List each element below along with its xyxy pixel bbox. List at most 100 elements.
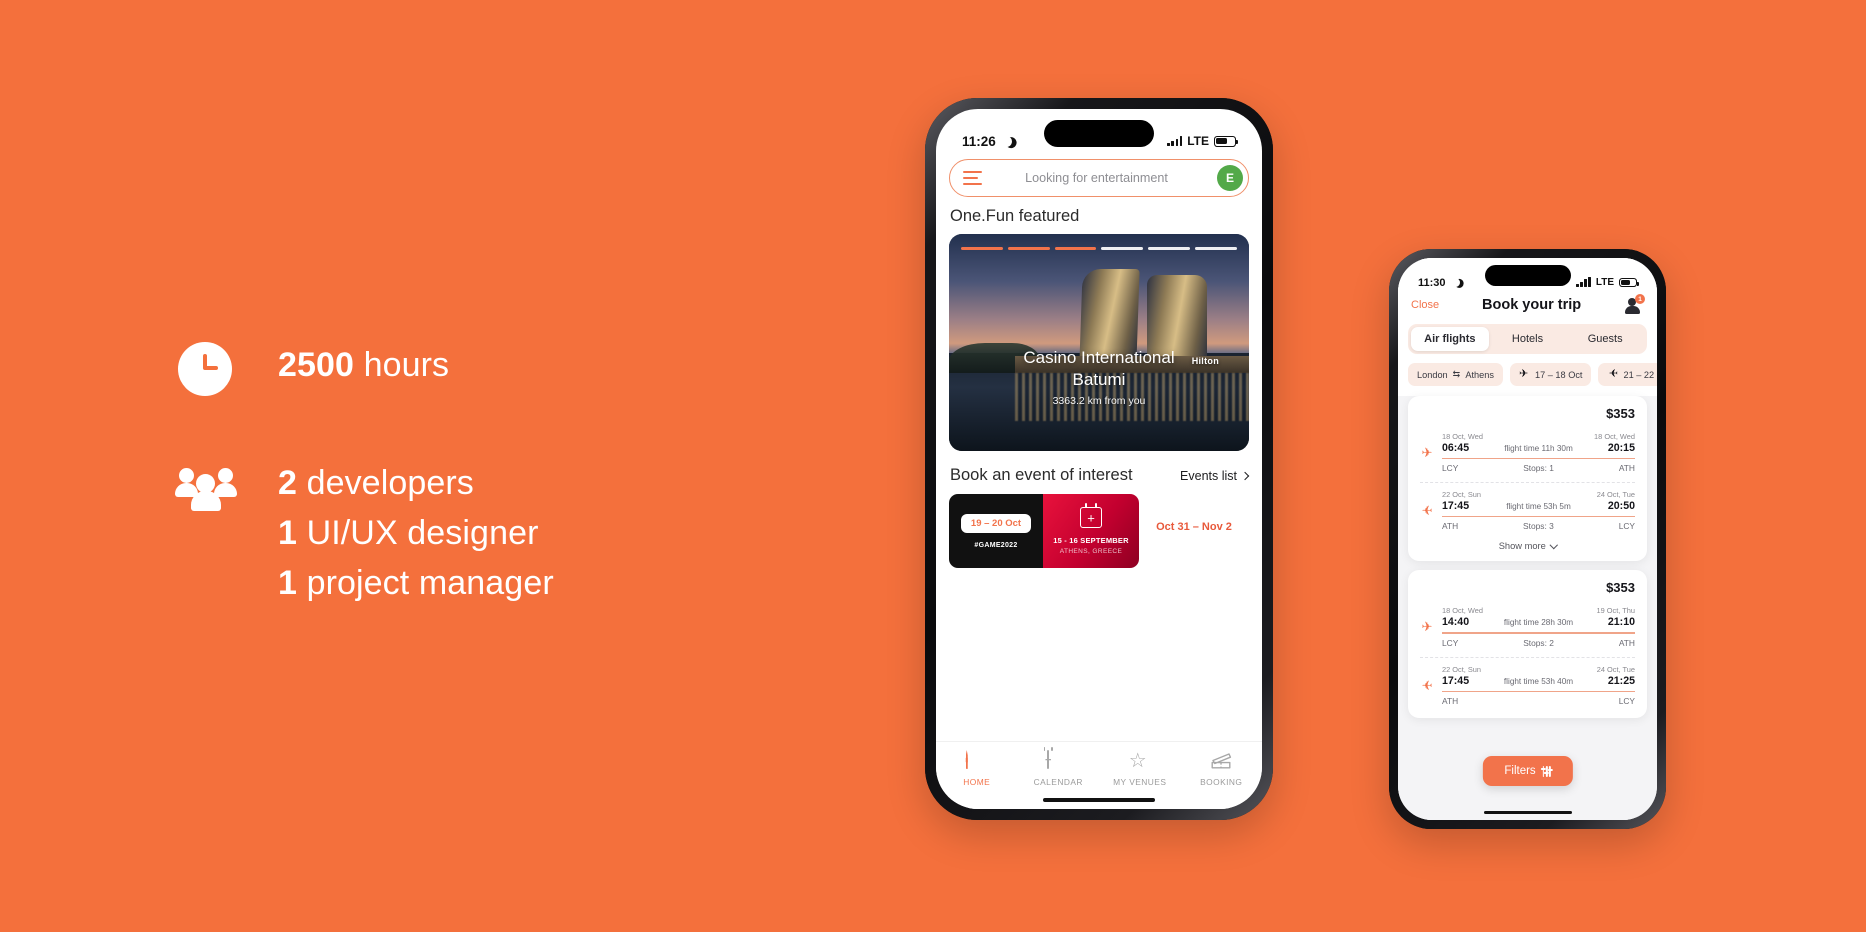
swap-icon: ⇆ xyxy=(1452,369,1461,379)
plane-depart-icon: ✈ xyxy=(1421,619,1433,635)
phone-mockup-home: 11:26 LTE Looking for entertainment E On… xyxy=(925,98,1273,820)
leg-dep-time: 17:45 xyxy=(1442,500,1470,513)
crescent-moon-icon xyxy=(999,134,1013,148)
profile-badge: 1 xyxy=(1635,294,1645,304)
person-icon[interactable]: 1 xyxy=(1624,294,1645,314)
flight-results-list: $353 ✈ 18 Oct, Wed 18 Oct, Wed 06:45 fli… xyxy=(1398,396,1657,718)
tab-calendar[interactable]: + CALENDAR xyxy=(1018,750,1100,787)
leg-duration: flight time 11h 30m xyxy=(1504,444,1573,453)
stat-hours: 2500 hours xyxy=(178,340,818,396)
chevron-down-icon xyxy=(1549,540,1558,549)
poster-canvas: 2500 hours 2 developers 1 UI/UX designer… xyxy=(0,0,1866,932)
hamburger-icon[interactable] xyxy=(963,170,982,186)
avatar[interactable]: E xyxy=(1217,165,1243,191)
leg-arr-time: 20:15 xyxy=(1607,442,1635,454)
leg-dep-time: 14:40 xyxy=(1442,616,1470,629)
leg-from: LCY xyxy=(1442,637,1459,648)
close-button[interactable]: Close xyxy=(1411,299,1439,311)
leg-stops: Stops: 1 xyxy=(1523,463,1554,474)
leg-arr-date: 24 Oct, Tue xyxy=(1596,490,1635,500)
events-section-header: Book an event of interest Events list xyxy=(936,451,1262,494)
tab-booking[interactable]: BOOKING xyxy=(1181,751,1263,787)
leg-to: ATH xyxy=(1618,637,1635,648)
chevron-right-icon xyxy=(1240,471,1250,480)
network-label: LTE xyxy=(1187,134,1209,148)
hero-title-line2: Batumi xyxy=(1072,369,1126,389)
flight-leg-outbound: ✈ 18 Oct, Wed 18 Oct, Wed 06:45 flight t… xyxy=(1420,429,1635,476)
status-time-group: 11:30 xyxy=(1418,277,1460,289)
tab-air-flights[interactable]: Air flights xyxy=(1411,327,1489,351)
search-row: Looking for entertainment E xyxy=(936,153,1262,197)
stat-team-text: 2 developers 1 UI/UX designer 1 project … xyxy=(278,458,554,608)
stat-hours-value: 2500 xyxy=(278,346,355,384)
carousel-indicator[interactable] xyxy=(961,247,1237,250)
leg-duration: flight time 53h 40m xyxy=(1503,676,1574,686)
flight-card[interactable]: $353 ✈ 18 Oct, Wed 19 Oct, Thu 14:40 fli… xyxy=(1408,570,1647,718)
plane-return-icon: ✈ xyxy=(1609,368,1619,380)
tab-guests[interactable]: Guests xyxy=(1566,327,1644,351)
show-more-button[interactable]: Show more xyxy=(1420,534,1635,552)
leg-arr-date: 24 Oct, Tue xyxy=(1596,664,1635,674)
event-card-2-line2: ATHENS, GREECE xyxy=(1059,548,1123,555)
leg-dep-date: 18 Oct, Wed xyxy=(1442,606,1483,616)
leg-stops: Stops: 3 xyxy=(1523,521,1554,532)
filter-chips: London ⇆ Athens ✈ 17 – 18 Oct ✈ 21 – 22 … xyxy=(1398,354,1657,396)
calendar-icon: + xyxy=(1045,750,1069,772)
tab-home-label: HOME xyxy=(963,777,991,787)
search-input[interactable]: Looking for entertainment xyxy=(982,171,1217,185)
chip-destination: Athens xyxy=(1465,369,1494,380)
stat-devs-label: developers xyxy=(306,464,474,502)
home-indicator[interactable] xyxy=(1043,798,1155,802)
stat-pm-value: 1 xyxy=(278,564,298,602)
event-hashtag: #GAME2022 xyxy=(974,541,1018,549)
home-indicator[interactable] xyxy=(1483,810,1572,814)
featured-title: One.Fun featured xyxy=(950,207,1080,225)
event-next-date: Oct 31 – Nov 2 xyxy=(1156,521,1232,533)
leg-arr-time: 21:10 xyxy=(1607,616,1635,629)
leg-duration: flight time 28h 30m xyxy=(1503,618,1574,628)
battery-icon xyxy=(1619,278,1640,287)
leg-dep-time: 06:45 xyxy=(1442,442,1470,454)
chip-route[interactable]: London ⇆ Athens xyxy=(1408,363,1503,386)
tab-my-venues[interactable]: ☆ MY VENUES xyxy=(1099,751,1181,787)
status-time-group: 11:26 xyxy=(962,134,1012,149)
tab-hotels[interactable]: Hotels xyxy=(1489,327,1567,351)
event-cards-row: 19 – 20 Oct #GAME2022 + 15 - 16 SEPTEMBE… xyxy=(936,494,1262,568)
flight-card[interactable]: $353 ✈ 18 Oct, Wed 18 Oct, Wed 06:45 fli… xyxy=(1408,396,1647,562)
leg-divider xyxy=(1420,482,1635,484)
flight-price: $353 xyxy=(1606,406,1635,421)
leg-line xyxy=(1442,690,1635,692)
phone1-screen: 11:26 LTE Looking for entertainment E On… xyxy=(936,109,1262,809)
filters-button[interactable]: Filters xyxy=(1482,756,1573,786)
events-list-label: Events list xyxy=(1180,468,1237,483)
phone-mockup-booking: 11:30 LTE Close Book your trip 1 Air fli… xyxy=(1389,249,1666,829)
plane-depart-icon: ✈ xyxy=(1518,368,1529,380)
tab-home[interactable]: HOME xyxy=(936,750,1018,787)
leg-line xyxy=(1442,458,1635,460)
leg-duration: flight time 53h 5m xyxy=(1506,502,1571,512)
hero-title-line1: Casino International xyxy=(1023,347,1175,367)
tab-calendar-label: CALENDAR xyxy=(1033,777,1083,787)
event-date-pill: 19 – 20 Oct xyxy=(960,513,1032,533)
leg-to: LCY xyxy=(1618,695,1635,706)
event-card-1[interactable]: 19 – 20 Oct #GAME2022 xyxy=(949,494,1043,568)
events-list-link[interactable]: Events list xyxy=(1180,468,1250,483)
leg-arr-time: 21:25 xyxy=(1607,674,1635,687)
status-time: 11:30 xyxy=(1418,276,1446,289)
chip-origin: London xyxy=(1417,369,1448,380)
leg-dep-date: 22 Oct, Sun xyxy=(1442,490,1482,500)
nav-bar: Close Book your trip 1 xyxy=(1398,292,1657,324)
segmented-control: Air flights Hotels Guests xyxy=(1408,324,1647,354)
featured-hero-card[interactable]: Hilton Casino International Batumi 3363.… xyxy=(949,234,1249,451)
leg-dep-date: 18 Oct, Wed xyxy=(1442,432,1483,441)
chip-return-dates[interactable]: ✈ 21 – 22 Oc xyxy=(1598,363,1657,386)
leg-stops: Stops: 2 xyxy=(1523,637,1554,648)
chip-depart-dates[interactable]: ✈ 17 – 18 Oct xyxy=(1509,363,1592,386)
leg-from: ATH xyxy=(1442,521,1459,532)
event-card-2[interactable]: + 15 - 16 SEPTEMBER ATHENS, GREECE xyxy=(1043,494,1139,568)
leg-divider xyxy=(1420,656,1635,658)
chip-depart-label: 17 – 18 Oct xyxy=(1534,369,1583,380)
leg-from: LCY xyxy=(1442,463,1459,474)
search-bar[interactable]: Looking for entertainment E xyxy=(949,159,1249,197)
people-icon xyxy=(175,458,237,514)
